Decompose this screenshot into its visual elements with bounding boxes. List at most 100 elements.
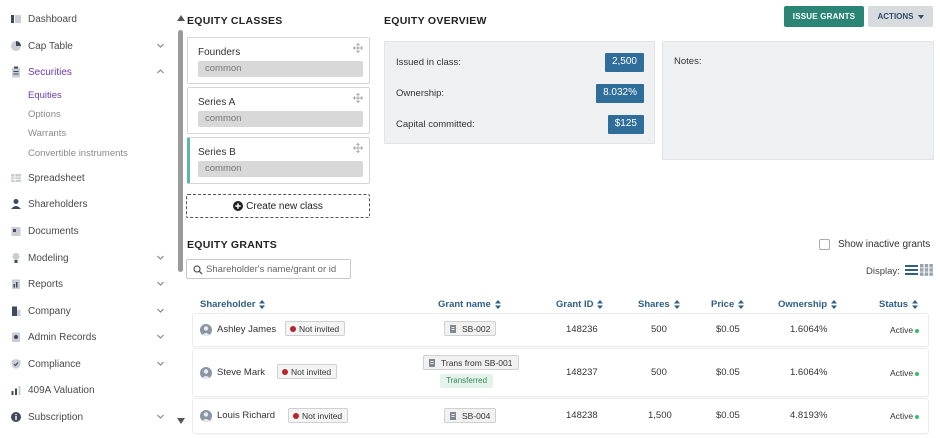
table-row[interactable]: Louis Richard Not invited SB-004 148238 … xyxy=(193,399,928,433)
list-view-icon[interactable] xyxy=(905,264,918,276)
scroll-up-arrow-icon[interactable] xyxy=(177,15,185,21)
column-header-shares[interactable]: Shares xyxy=(638,299,680,310)
sidebar-item-dashboard[interactable]: Dashboard xyxy=(0,9,175,29)
column-header-label: Status xyxy=(879,299,909,310)
sidebar-item-label: Company xyxy=(28,305,71,317)
chevron-down-icon xyxy=(157,255,164,260)
ownership-label: Ownership: xyxy=(396,88,445,99)
sidebar-item-label: Reports xyxy=(28,278,64,290)
red-dot-icon xyxy=(282,369,288,375)
issue-grants-button[interactable]: ISSUE GRANTS xyxy=(784,6,864,27)
sidebar-item-reports[interactable]: Reports xyxy=(0,274,175,294)
sidebar-item-cap-table[interactable]: Cap Table xyxy=(0,36,175,56)
ownership-value: 8.032% xyxy=(596,84,644,103)
sidebar-item-shareholders[interactable]: Shareholders xyxy=(0,194,175,214)
grant-id: 148236 xyxy=(566,324,598,335)
search-icon xyxy=(193,265,203,275)
sidebar-subitem-equities[interactable]: Equities xyxy=(28,90,62,101)
column-header-ownership[interactable]: Ownership xyxy=(778,299,838,310)
sidebar-item-label: Securities xyxy=(28,66,72,78)
sidebar-subitem-options[interactable]: Options xyxy=(28,109,61,120)
ownership: 1.6064% xyxy=(790,324,828,335)
document-icon xyxy=(450,325,456,333)
shield-icon xyxy=(11,359,21,369)
sidebar-item-subscription[interactable]: Subscription xyxy=(0,407,175,427)
bulb-icon xyxy=(12,253,20,263)
avatar xyxy=(200,410,212,422)
red-dot-icon xyxy=(293,413,299,419)
chevron-down-icon xyxy=(157,414,164,419)
class-card-series-b[interactable]: Series B common xyxy=(187,137,370,184)
ownership: 4.8193% xyxy=(790,410,828,421)
building-icon xyxy=(12,306,21,316)
sort-icon xyxy=(831,300,838,309)
column-header-price[interactable]: Price xyxy=(711,299,745,310)
status-label: Active xyxy=(890,325,914,335)
spreadsheet-icon xyxy=(11,174,21,182)
report-icon xyxy=(12,279,20,289)
info-icon xyxy=(11,412,21,422)
column-header-label: Shares xyxy=(638,299,670,310)
chevron-down-icon xyxy=(157,308,164,313)
column-header-grant-name[interactable]: Grant name xyxy=(438,299,501,310)
sidebar-item-compliance[interactable]: Compliance xyxy=(0,354,175,374)
sidebar-item-documents[interactable]: Documents xyxy=(0,221,175,241)
grant-name-label: SB-002 xyxy=(462,324,491,334)
shareholder-name[interactable]: Steve Mark xyxy=(217,367,265,378)
shareholder-name[interactable]: Louis Richard xyxy=(217,410,275,421)
sidebar-subitem-convertible-instruments[interactable]: Convertible instruments xyxy=(28,148,128,159)
scroll-down-arrow-icon[interactable] xyxy=(177,418,185,424)
price: $0.05 xyxy=(716,324,740,335)
show-inactive-grants-checkbox[interactable] xyxy=(819,239,830,250)
avatar-person-icon xyxy=(201,412,211,422)
shares: 1,500 xyxy=(648,410,672,421)
notes-panel[interactable]: Notes: xyxy=(662,41,934,160)
sidebar-item-spreadsheet[interactable]: Spreadsheet xyxy=(0,168,175,188)
price: $0.05 xyxy=(716,367,740,378)
drag-handle-icon[interactable] xyxy=(353,93,363,103)
invite-status-badge: Not invited xyxy=(288,408,349,423)
column-header-shareholder[interactable]: Shareholder xyxy=(200,299,266,310)
grid-view-icon[interactable] xyxy=(920,264,933,276)
records-icon xyxy=(12,332,20,342)
class-type: common xyxy=(198,61,363,77)
actions-dropdown-button[interactable]: ACTIONS xyxy=(868,6,933,27)
drag-handle-icon[interactable] xyxy=(353,43,363,53)
chevron-up-icon xyxy=(157,69,164,74)
table-row[interactable]: Steve Mark Not invited Trans from SB-001… xyxy=(193,349,928,396)
capital-committed-value: $125 xyxy=(607,115,644,134)
table-row[interactable]: Ashley James Not invited SB-002 148236 5… xyxy=(193,314,928,346)
sidebar-item-admin-records[interactable]: Admin Records xyxy=(0,327,175,347)
grant-name-pill[interactable]: SB-004 xyxy=(444,408,497,423)
red-dot-icon xyxy=(290,326,296,332)
sidebar-item-company[interactable]: Company xyxy=(0,301,175,321)
column-header-label: Grant ID xyxy=(556,299,594,310)
document-icon xyxy=(11,227,21,236)
sort-icon xyxy=(912,300,919,309)
chevron-down-icon xyxy=(157,334,164,339)
sidebar-item-409a-valuation[interactable]: 409A Valuation xyxy=(0,380,175,400)
document-icon xyxy=(450,412,456,420)
sidebar-subitem-warrants[interactable]: Warrants xyxy=(28,128,66,139)
status-label: Active xyxy=(890,411,914,421)
grant-name-pill[interactable]: Trans from SB-001 xyxy=(423,355,519,370)
create-new-class-button[interactable]: Create new class xyxy=(186,194,370,218)
user-icon xyxy=(11,199,21,209)
scrollbar-thumb[interactable] xyxy=(178,30,183,272)
sidebar: Dashboard Cap Table Securities Equities … xyxy=(0,0,180,438)
sidebar-item-label: Modeling xyxy=(28,252,69,264)
class-card-founders[interactable]: Founders common xyxy=(187,37,370,84)
sidebar-item-modeling[interactable]: Modeling xyxy=(0,248,175,268)
sidebar-item-securities[interactable]: Securities xyxy=(0,62,175,82)
sort-icon xyxy=(597,300,604,309)
column-header-grant-id[interactable]: Grant ID xyxy=(556,299,604,310)
invite-status-badge: Not invited xyxy=(285,321,346,336)
class-card-series-a[interactable]: Series A common xyxy=(187,87,370,134)
drag-handle-icon[interactable] xyxy=(353,143,363,153)
grant-name-pill[interactable]: SB-002 xyxy=(444,321,497,336)
grant-id: 148238 xyxy=(566,410,598,421)
shareholder-name[interactable]: Ashley James xyxy=(217,324,276,335)
document-icon xyxy=(429,359,435,367)
column-header-status[interactable]: Status xyxy=(879,299,919,310)
grant-search-input[interactable] xyxy=(206,262,348,276)
